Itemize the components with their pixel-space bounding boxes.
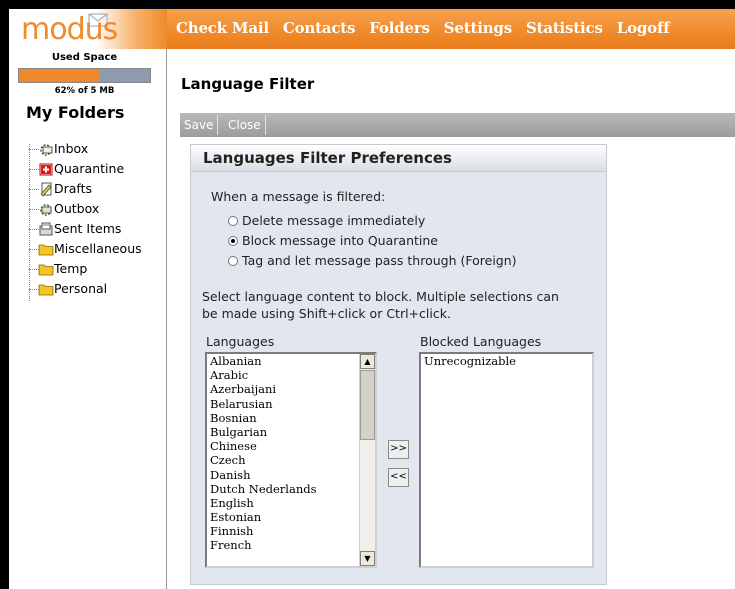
drafts-icon	[40, 182, 52, 197]
folder-label: Sent Items	[54, 221, 122, 236]
list-item[interactable]: Dutch Nederlands	[207, 482, 375, 496]
list-item[interactable]: English	[207, 496, 375, 510]
list-item[interactable]: Estonian	[207, 510, 375, 524]
option-label: Block message into Quarantine	[242, 233, 438, 248]
folder-icon	[38, 264, 54, 276]
sent-items-icon	[39, 222, 53, 236]
remove-language-button[interactable]: <<	[388, 468, 409, 487]
list-item[interactable]: Chinese	[207, 439, 375, 453]
nav-folders[interactable]: Folders	[369, 19, 430, 37]
filter-prompt: When a message is filtered:	[211, 189, 386, 204]
logo[interactable]: modus	[9, 9, 167, 49]
nav-statistics[interactable]: Statistics	[526, 19, 603, 37]
main-nav: Check Mail Contacts Folders Settings Statist…	[176, 18, 683, 40]
panel-title: Languages Filter Preferences	[203, 149, 452, 167]
languages-items: Albanian Arabic Azerbaijani Belarusian Bosni…	[207, 354, 375, 553]
radio-quarantine[interactable]	[228, 236, 238, 246]
nav-check-mail[interactable]: Check Mail	[176, 19, 269, 37]
list-item[interactable]: French	[207, 538, 375, 552]
list-item[interactable]: Finnish	[207, 524, 375, 538]
list-item[interactable]: Bulgarian	[207, 425, 375, 439]
languages-list[interactable]: Albanian Arabic Azerbaijani Belarusian Bosni…	[205, 352, 377, 568]
used-space-label: Used Space	[51, 52, 118, 63]
nav-logoff[interactable]: Logoff	[617, 19, 670, 37]
radio-tag[interactable]	[228, 256, 238, 266]
instructions-line-2: be made using Shift+click or Ctrl+click.	[202, 306, 451, 321]
blocked-items: Unrecognizable	[421, 354, 592, 368]
language-filter-panel: Languages Filter Preferences When a mess…	[190, 144, 607, 585]
nav-settings[interactable]: Settings	[444, 19, 512, 37]
folder-label: Personal	[54, 281, 108, 296]
outbox-icon	[40, 204, 52, 216]
languages-label: Languages	[206, 334, 275, 349]
folder-label: Inbox	[54, 141, 89, 156]
quarantine-icon	[39, 163, 53, 176]
blocked-languages-list[interactable]: Unrecognizable	[419, 352, 594, 568]
instructions-line-1: Select language content to block. Multip…	[202, 289, 559, 304]
window-left-border	[0, 0, 9, 589]
sidebar-divider	[166, 49, 167, 589]
close-button[interactable]: Close	[224, 115, 266, 135]
list-item[interactable]: Unrecognizable	[421, 354, 592, 368]
languages-scrollbar[interactable]: ▲ ▼	[359, 354, 375, 566]
folder-label: Drafts	[54, 181, 93, 196]
list-item[interactable]: Czech	[207, 453, 375, 467]
option-label: Tag and let message pass through (Foreig…	[242, 253, 517, 268]
folder-icon	[38, 284, 54, 296]
folder-label: Temp	[54, 261, 88, 276]
window-top-border	[0, 0, 735, 9]
scroll-thumb[interactable]	[360, 370, 375, 440]
list-item[interactable]: Bosnian	[207, 411, 375, 425]
list-item[interactable]: Albanian	[207, 354, 375, 368]
scroll-down-arrow-icon[interactable]: ▼	[360, 551, 375, 566]
folder-icon	[38, 244, 54, 256]
tree-line	[29, 144, 30, 301]
used-space-text: 62% of 5 MB	[54, 86, 115, 96]
folder-label: Outbox	[54, 201, 100, 216]
list-item[interactable]: Arabic	[207, 368, 375, 382]
my-folders-heading: My Folders	[26, 103, 125, 122]
panel-header: Languages Filter Preferences	[191, 145, 606, 172]
used-space-fill	[19, 69, 101, 82]
list-item[interactable]: Belarusian	[207, 397, 375, 411]
scroll-up-arrow-icon[interactable]: ▲	[360, 354, 375, 369]
free-space-fill	[100, 69, 150, 82]
save-button[interactable]: Save	[180, 115, 219, 135]
list-item[interactable]: Azerbaijani	[207, 382, 375, 396]
option-label: Delete message immediately	[242, 213, 426, 228]
radio-delete[interactable]	[228, 216, 238, 226]
list-item[interactable]: Danish	[207, 468, 375, 482]
nav-contacts[interactable]: Contacts	[283, 19, 356, 37]
inbox-icon	[40, 144, 53, 156]
logo-text: modus	[21, 12, 118, 47]
toolbar: Save Close	[180, 113, 735, 137]
folder-label: Quarantine	[54, 161, 125, 176]
add-language-button[interactable]: >>	[388, 440, 409, 459]
used-space-bar	[18, 68, 151, 83]
blocked-languages-label: Blocked Languages	[420, 334, 542, 349]
folder-label: Miscellaneous	[54, 241, 142, 256]
page-title: Language Filter	[181, 75, 315, 93]
